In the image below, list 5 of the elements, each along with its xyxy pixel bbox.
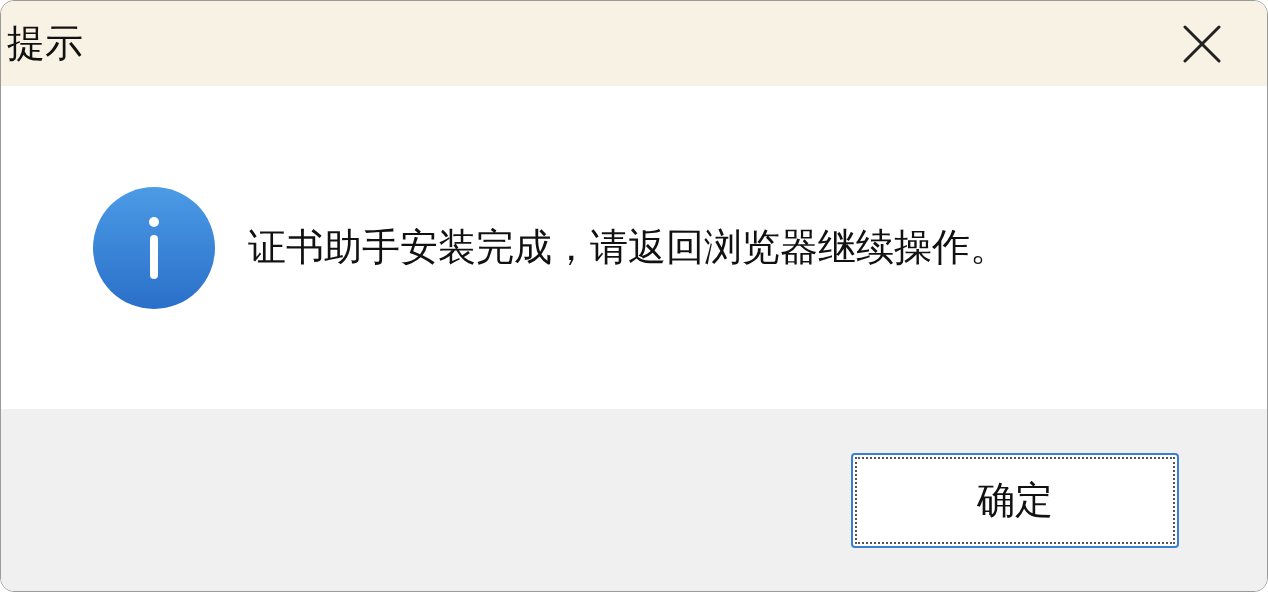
message-text: 证书助手安装完成，请返回浏览器继续操作。 (248, 224, 1008, 271)
window-title: 提示 (7, 20, 83, 67)
info-icon (93, 186, 215, 309)
ok-button[interactable]: 确定 (851, 452, 1179, 548)
close-icon (1183, 24, 1221, 63)
